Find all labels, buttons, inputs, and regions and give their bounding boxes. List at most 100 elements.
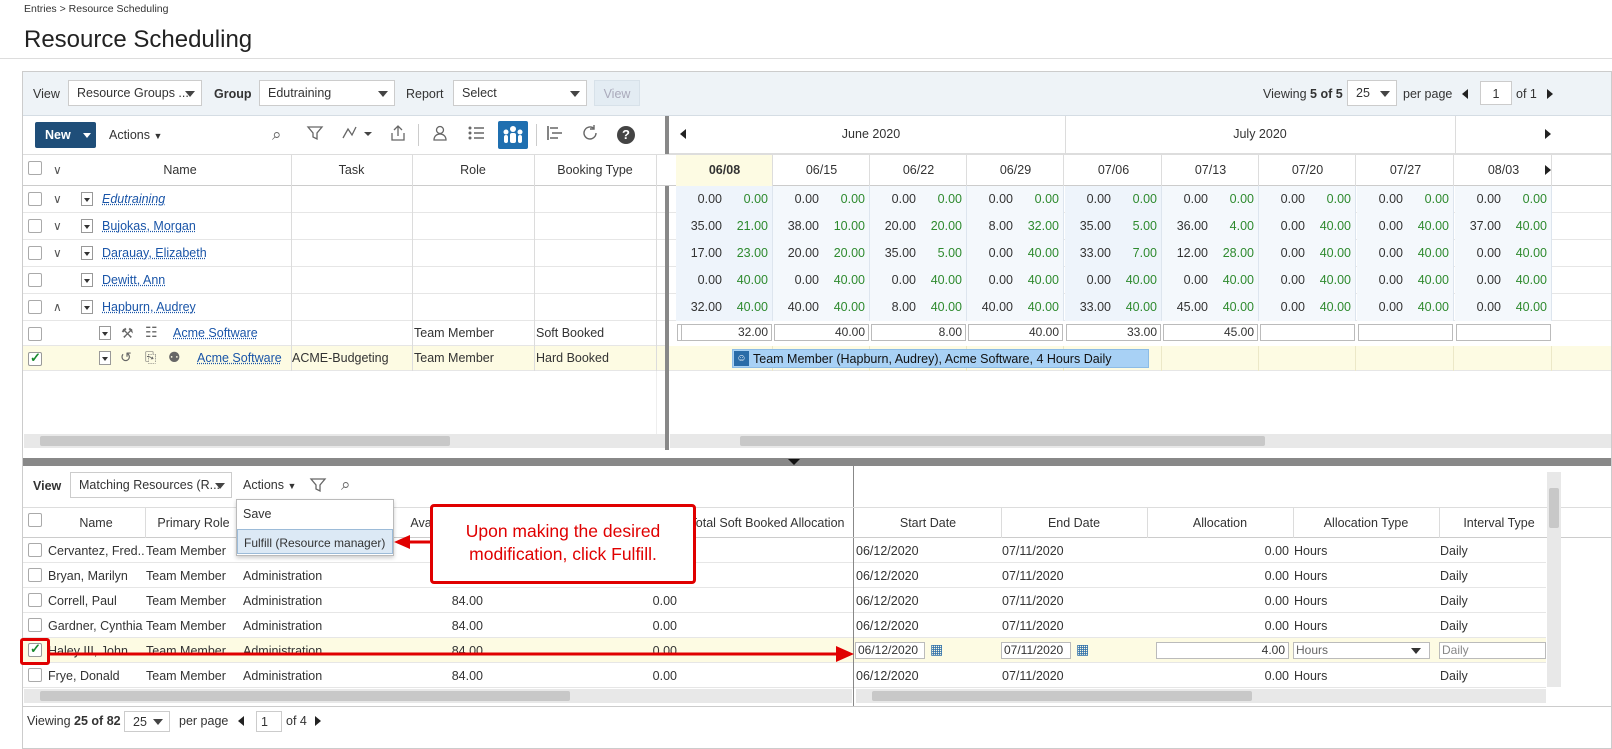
hours-input[interactable]: 45.00 [1163, 324, 1258, 341]
column-header-name[interactable]: Name [47, 516, 145, 530]
lower-actions-menu[interactable]: Actions ▼ [243, 478, 296, 492]
row-checkbox[interactable] [28, 219, 42, 233]
view-select[interactable]: Resource Groups ... [68, 80, 202, 106]
resource-link[interactable]: Bujokas, Morgan [102, 219, 196, 233]
hours-input[interactable]: 40.00 [774, 324, 869, 341]
new-button[interactable]: New [35, 122, 96, 148]
select-all-checkbox[interactable] [28, 161, 42, 175]
hours-input[interactable] [677, 324, 682, 341]
row-checkbox[interactable] [28, 568, 42, 582]
search-icon[interactable]: ⌕ [341, 475, 351, 495]
hours-input[interactable]: 33.00 [1066, 324, 1161, 341]
export-icon[interactable] [389, 124, 407, 146]
gantt-icon[interactable] [546, 124, 564, 146]
scroll-thumb[interactable] [40, 691, 570, 701]
allocation-input[interactable]: 4.00 [1156, 642, 1289, 659]
week-next-icon[interactable] [1545, 165, 1551, 175]
resource-link[interactable]: Hapburn, Audrey [102, 300, 196, 314]
calendar-icon[interactable]: ▦ [1076, 641, 1089, 658]
history-icon[interactable]: ↺ [120, 349, 132, 366]
resource-link[interactable]: Darauay, Elizabeth [102, 246, 207, 260]
row-menu-button[interactable] [99, 351, 111, 365]
calendar-icon[interactable]: ▦ [930, 641, 943, 658]
routing-icon[interactable] [340, 124, 374, 146]
project-link[interactable]: Acme Software [197, 351, 282, 365]
expand-chevron-icon[interactable]: ∨ [53, 192, 62, 206]
person-assign-icon[interactable] [431, 124, 449, 146]
panel-splitter[interactable] [23, 458, 1611, 466]
grid-horizontal-scrollbar[interactable] [24, 434, 665, 448]
prev-page-icon[interactable] [1462, 89, 1468, 99]
row-checkbox[interactable] [28, 246, 42, 260]
row-menu-button[interactable] [81, 246, 93, 260]
row-checkbox[interactable] [28, 273, 42, 287]
interval-type-select[interactable]: Daily [1439, 642, 1546, 659]
row-checkbox[interactable] [28, 300, 42, 314]
column-header-total-soft-booked[interactable]: Total Soft Booked Allocation [682, 516, 852, 530]
hours-input[interactable]: 8.00 [871, 324, 966, 341]
list-icon[interactable] [467, 124, 485, 146]
row-checkbox[interactable] [28, 543, 42, 557]
column-header-primary-role[interactable]: Primary Role [145, 516, 242, 530]
booking-bar[interactable]: ☺ Team Member (Hapburn, Audrey), Acme Sof… [732, 349, 1149, 368]
expand-chevron-icon[interactable]: ∨ [53, 219, 62, 233]
hours-input[interactable]: 32.00 [677, 324, 772, 341]
row-checkbox[interactable] [28, 593, 42, 607]
lower-select-all-checkbox[interactable] [28, 513, 42, 527]
search-icon[interactable]: ⌕ [272, 125, 282, 145]
next-page-icon[interactable] [1547, 89, 1553, 99]
column-header-role[interactable]: Role [412, 163, 534, 177]
collapse-chevron-icon[interactable]: ∧ [53, 300, 62, 314]
palette-icon[interactable]: ⚉ [168, 349, 181, 366]
paperclip-icon[interactable]: ⎘ [145, 349, 156, 366]
lower-view-select[interactable]: Matching Resources (R... [70, 472, 232, 498]
filter-icon[interactable] [309, 476, 327, 498]
breadcrumb[interactable]: Entries > Resource Scheduling [24, 3, 168, 15]
group-view-icon[interactable] [498, 121, 528, 149]
menu-item-fulfill[interactable]: Fulfill (Resource manager) [237, 529, 393, 554]
help-icon[interactable]: ? [617, 126, 635, 144]
scroll-thumb[interactable] [40, 436, 450, 446]
timeline-next-icon[interactable] [1545, 129, 1551, 139]
filter-icon[interactable] [306, 124, 324, 146]
row-menu-button[interactable] [81, 219, 93, 233]
hours-input[interactable]: 40.00 [968, 324, 1063, 341]
prev-page-icon[interactable] [238, 716, 244, 726]
allocation-type-select[interactable]: Hours [1293, 642, 1430, 659]
row-checkbox[interactable] [28, 192, 42, 206]
collapse-all-icon[interactable]: ∨ [53, 163, 62, 177]
column-header-name[interactable]: Name [70, 163, 290, 177]
resource-link[interactable]: Dewitt, Ann [102, 273, 165, 287]
timeline-horizontal-scrollbar[interactable] [670, 434, 1611, 448]
row-menu-button[interactable] [99, 326, 111, 340]
report-select[interactable]: Select [453, 80, 587, 106]
lower-left-scrollbar[interactable] [24, 689, 852, 703]
lower-per-page-select[interactable]: 25 [124, 711, 170, 732]
expand-chevron-icon[interactable]: ∨ [53, 246, 62, 260]
start-date-input[interactable]: 06/12/2020 [855, 642, 925, 659]
hours-input[interactable] [1358, 324, 1453, 341]
lower-page-input[interactable]: 1 [256, 711, 282, 732]
row-checkbox[interactable] [28, 668, 42, 682]
project-link[interactable]: Acme Software [173, 326, 258, 340]
row-menu-button[interactable] [81, 192, 93, 206]
scroll-thumb[interactable] [872, 691, 1252, 701]
lower-right-scrollbar[interactable] [856, 689, 1546, 703]
column-header-booking-type[interactable]: Booking Type [534, 163, 656, 177]
page-input[interactable]: 1 [1480, 81, 1512, 105]
tools-icon[interactable]: ⚒ [121, 325, 134, 342]
notes-icon[interactable]: ☷ [145, 324, 158, 341]
hours-input[interactable] [1260, 324, 1355, 341]
view-button[interactable]: View [594, 80, 640, 106]
resource-link[interactable]: Edutraining [102, 192, 165, 206]
end-date-input[interactable]: 07/11/2020 [1001, 642, 1071, 659]
column-header-allocation[interactable]: Allocation [1147, 516, 1293, 530]
scroll-thumb[interactable] [1549, 488, 1559, 528]
actions-menu[interactable]: Actions ▼ [109, 128, 162, 142]
row-menu-button[interactable] [81, 273, 93, 287]
splitter-arrow-icon[interactable] [788, 459, 800, 465]
row-menu-button[interactable] [81, 300, 93, 314]
next-page-icon[interactable] [315, 716, 321, 726]
scroll-thumb[interactable] [740, 436, 1265, 446]
menu-item-save[interactable]: Save [237, 500, 393, 526]
